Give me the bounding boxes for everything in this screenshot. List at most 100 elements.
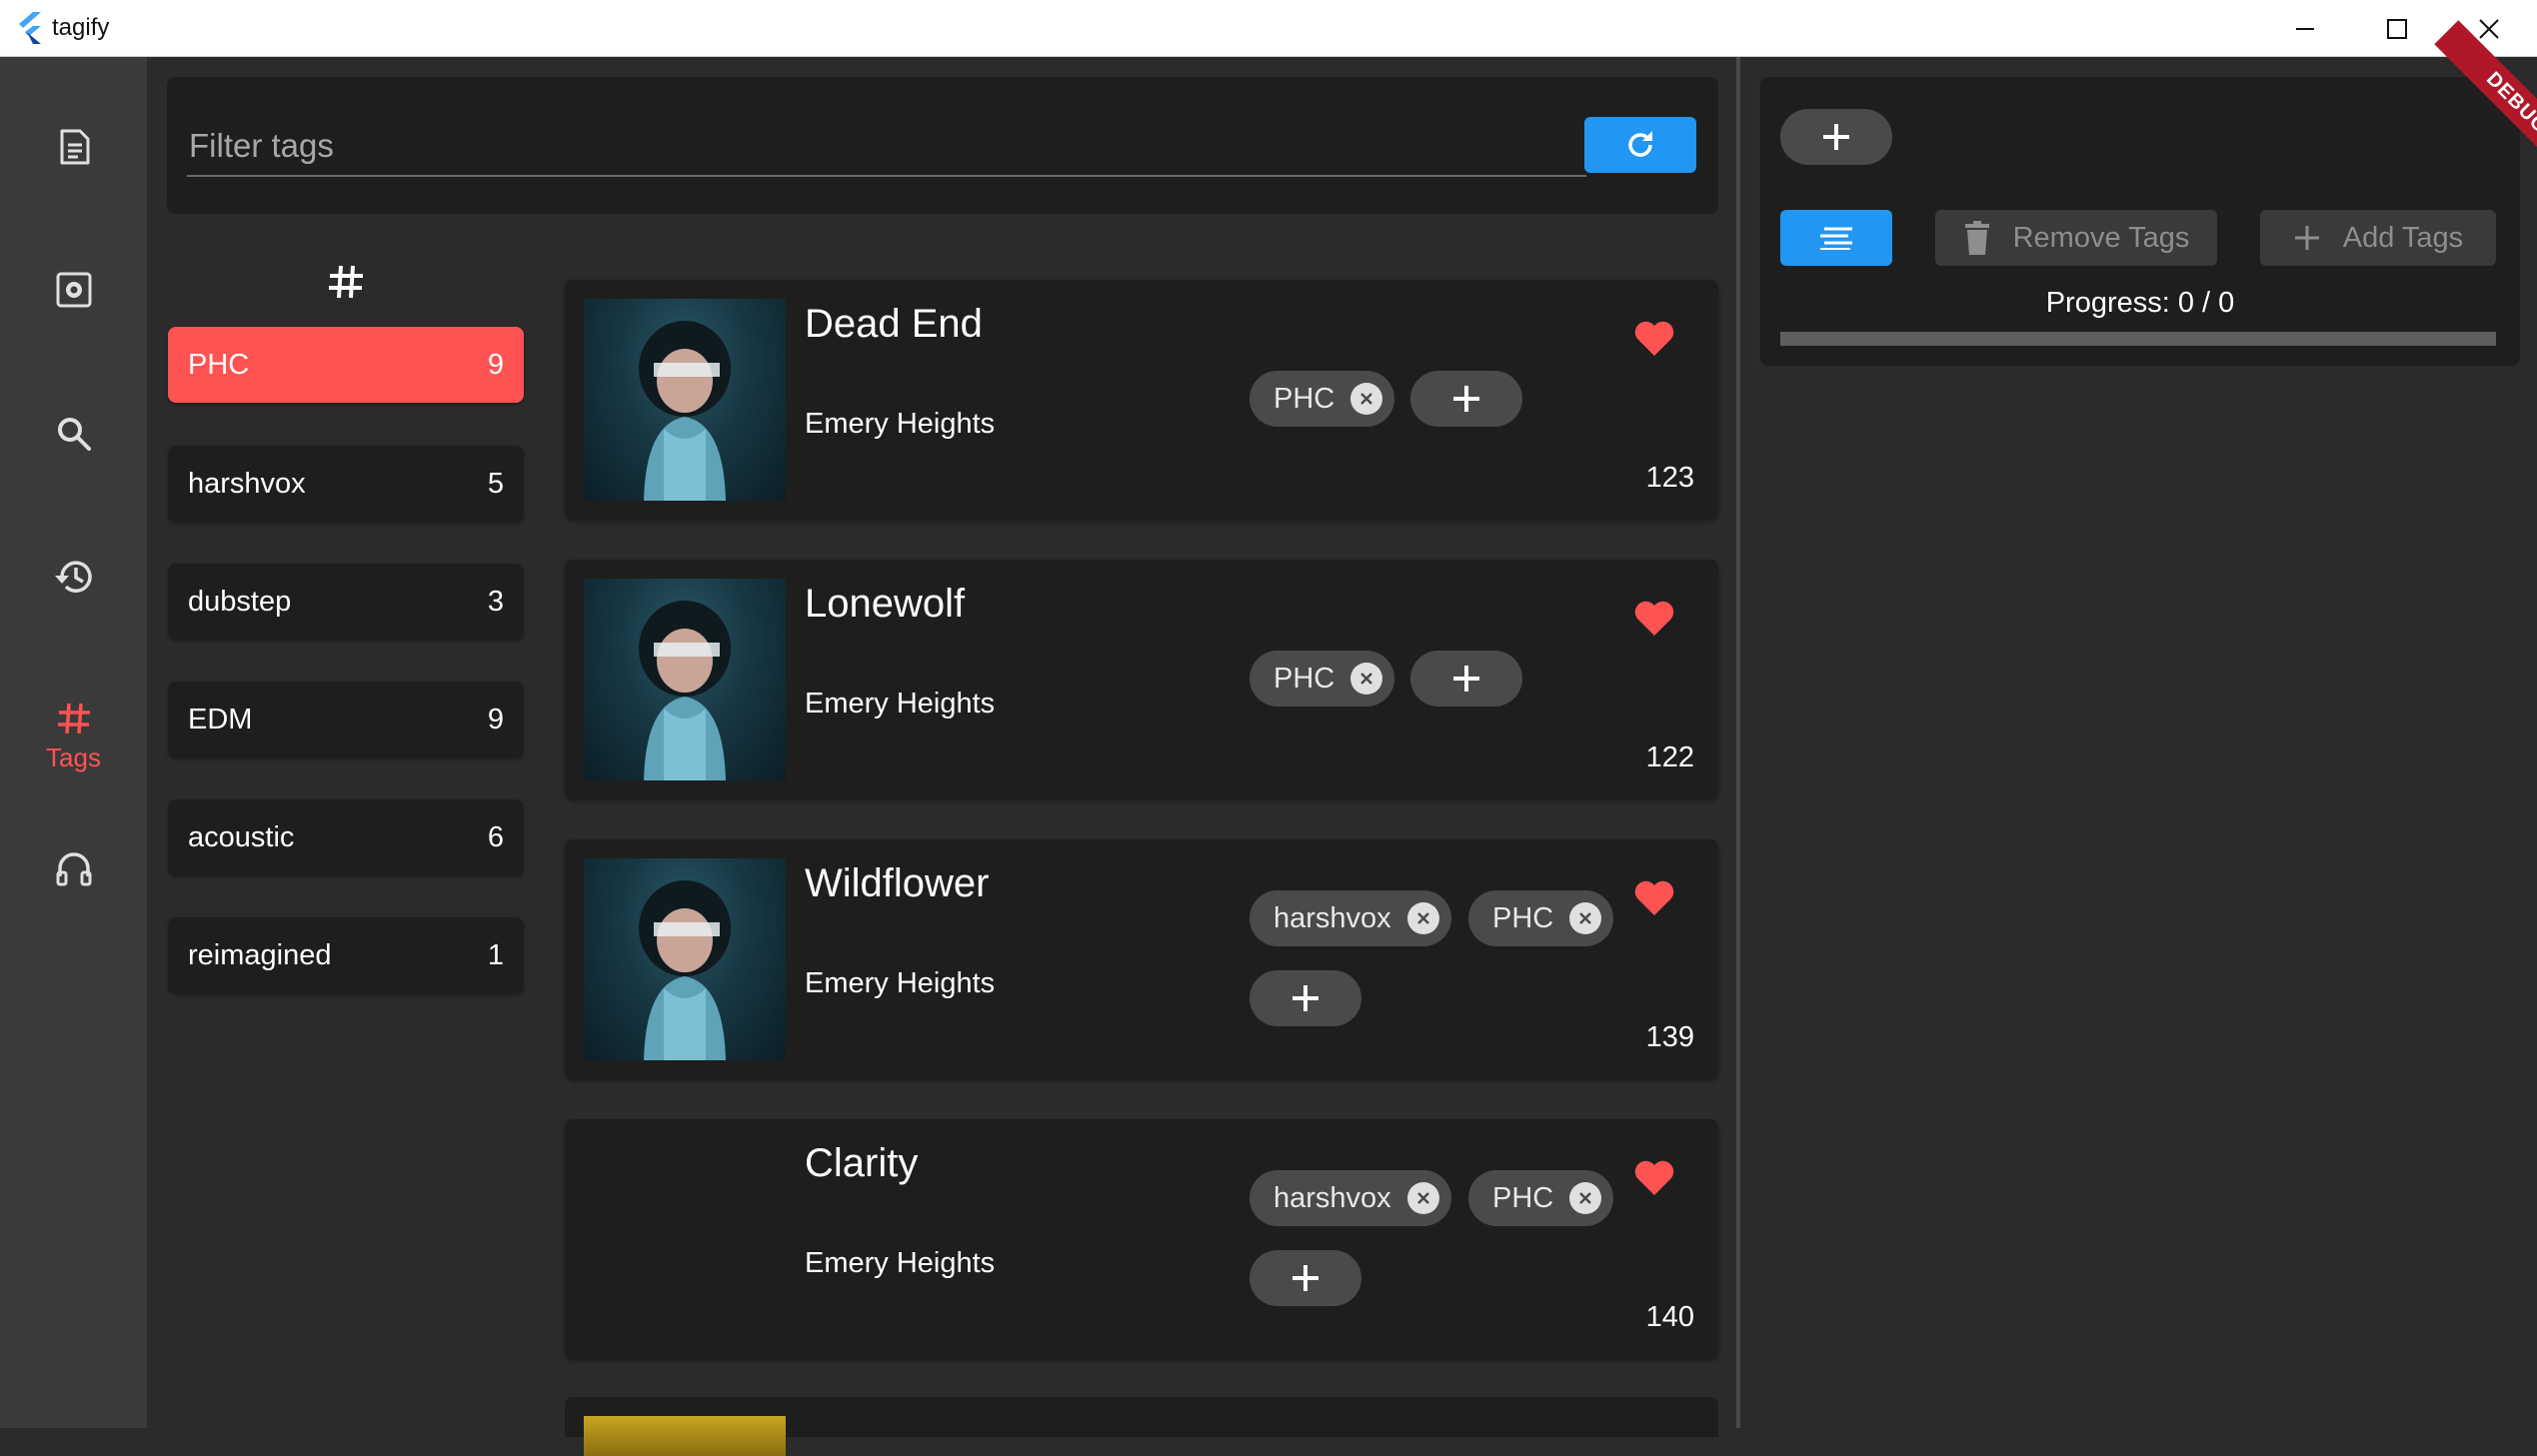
plus-icon <box>1453 666 1479 692</box>
nav-item-history[interactable] <box>0 522 147 632</box>
maximize-button[interactable] <box>2351 0 2443 57</box>
song-artist: Emery Heights <box>805 688 996 720</box>
close-icon <box>2479 18 2499 39</box>
nav-item-settings[interactable] <box>0 235 147 345</box>
remove-tags-button[interactable]: Remove Tags <box>1935 210 2217 266</box>
play-count: 122 <box>1645 741 1694 773</box>
title-bar: tagify <box>0 0 2537 57</box>
tag-count: 3 <box>487 585 504 618</box>
tag-item-phc[interactable]: PHC 9 <box>168 327 524 403</box>
song-card-partial[interactable] <box>565 1397 1718 1456</box>
heart-icon[interactable] <box>1632 1157 1676 1197</box>
song-card[interactable]: Lonewolf Emery Heights PHC 122 <box>565 560 1718 799</box>
remove-tag-button[interactable] <box>1406 1182 1439 1214</box>
tag-name: EDM <box>188 703 253 735</box>
document-icon <box>60 129 89 165</box>
tag-chip: harshvox <box>1250 890 1451 946</box>
heart-icon[interactable] <box>1632 318 1676 358</box>
tag-chip-label: harshvox <box>1273 901 1391 934</box>
refresh-icon <box>1628 131 1652 157</box>
remove-tag-button[interactable] <box>1569 1182 1602 1214</box>
filter-tags-input[interactable] <box>187 117 1586 177</box>
plus-icon <box>2294 226 2319 250</box>
window-title: tagify <box>52 14 110 41</box>
remove-tag-button[interactable] <box>1350 663 1383 695</box>
album-art-image <box>639 601 731 780</box>
nav-item-search[interactable] <box>0 379 147 489</box>
tags-header-hash-icon <box>329 265 363 299</box>
tag-item-harshvox[interactable]: harshvox 5 <box>168 446 524 522</box>
tag-chip-label: PHC <box>1273 662 1335 695</box>
plus-icon <box>1453 386 1479 412</box>
song-title: Dead End <box>805 302 983 346</box>
refresh-button[interactable] <box>1584 117 1696 173</box>
tag-name: PHC <box>188 348 250 381</box>
remove-tag-button[interactable] <box>1406 902 1439 934</box>
nav-item-documents[interactable] <box>0 92 147 202</box>
remove-tags-label: Remove Tags <box>2012 221 2190 254</box>
batch-tag-card: Remove Tags Add Tags Progress: 0 / 0 <box>1760 77 2520 366</box>
plus-icon <box>1823 124 1849 150</box>
song-card[interactable]: Dead End Emery Heights PHC 123 <box>565 280 1718 520</box>
nav-item-tags[interactable]: Tags <box>0 682 147 791</box>
progress-text: Progress: 0 / 0 <box>2045 287 2235 319</box>
flutter-logo-icon <box>19 12 41 44</box>
tag-item-acoustic[interactable]: acoustic 6 <box>168 799 524 875</box>
history-icon <box>54 561 92 593</box>
progress-bar <box>1780 332 2496 346</box>
play-count: 123 <box>1645 462 1694 494</box>
album-cover <box>584 299 786 501</box>
close-circle-icon <box>1360 673 1373 685</box>
remove-tag-button[interactable] <box>1569 902 1602 934</box>
trash-icon <box>1964 221 1989 255</box>
sort-button[interactable] <box>1780 210 1892 266</box>
album-cover <box>584 1416 786 1456</box>
batch-add-tag-button[interactable] <box>1780 109 1892 165</box>
tag-count: 9 <box>487 703 504 735</box>
add-tag-button[interactable] <box>1250 1250 1361 1306</box>
sort-lines-icon <box>1820 227 1852 250</box>
heart-icon[interactable] <box>1632 877 1676 917</box>
hash-icon <box>57 703 90 733</box>
song-artist: Emery Heights <box>805 967 996 999</box>
add-tag-button[interactable] <box>1250 970 1361 1026</box>
song-card[interactable]: Clarity Emery Heights harshvox PHC 140 <box>565 1119 1718 1359</box>
minimize-icon <box>2296 27 2314 30</box>
heart-icon[interactable] <box>1632 598 1676 638</box>
tag-name: reimagined <box>188 938 332 971</box>
song-artist: Emery Heights <box>805 1247 996 1279</box>
tag-chip-label: PHC <box>1273 382 1335 415</box>
panel-divider[interactable] <box>1736 57 1740 1428</box>
tag-chip-label: PHC <box>1492 901 1554 934</box>
minimize-button[interactable] <box>2259 0 2351 57</box>
tag-chip: PHC <box>1250 371 1395 427</box>
nav-item-listening[interactable] <box>0 813 147 923</box>
add-tags-label: Add Tags <box>2342 221 2464 254</box>
song-card[interactable]: Wildflower Emery Heights harshvox PHC 13… <box>565 839 1718 1079</box>
tag-name: dubstep <box>188 585 292 618</box>
add-tags-button[interactable]: Add Tags <box>2260 210 2496 266</box>
tag-chip: PHC <box>1468 890 1614 946</box>
tag-item-edm[interactable]: EDM 9 <box>168 682 524 757</box>
tag-chip: PHC <box>1250 651 1395 707</box>
filter-card <box>167 77 1718 214</box>
play-count: 140 <box>1645 1301 1694 1333</box>
tag-item-reimagined[interactable]: reimagined 1 <box>168 917 524 993</box>
song-artist: Emery Heights <box>805 408 996 440</box>
song-title: Wildflower <box>805 861 990 905</box>
remove-tag-button[interactable] <box>1350 383 1383 415</box>
tag-name: acoustic <box>188 820 295 853</box>
album-cover <box>584 858 786 1060</box>
tag-count: 9 <box>487 348 504 381</box>
navigation-rail: Tags <box>0 57 147 1428</box>
tag-chip: harshvox <box>1250 1170 1451 1226</box>
search-icon <box>57 418 91 451</box>
plus-icon <box>1292 985 1318 1011</box>
plus-icon <box>1292 1265 1318 1291</box>
close-circle-icon <box>1360 393 1373 405</box>
album-art-image <box>639 321 731 501</box>
tag-count: 6 <box>487 820 504 853</box>
tag-item-dubstep[interactable]: dubstep 3 <box>168 564 524 640</box>
add-tag-button[interactable] <box>1410 371 1522 427</box>
add-tag-button[interactable] <box>1410 651 1522 707</box>
